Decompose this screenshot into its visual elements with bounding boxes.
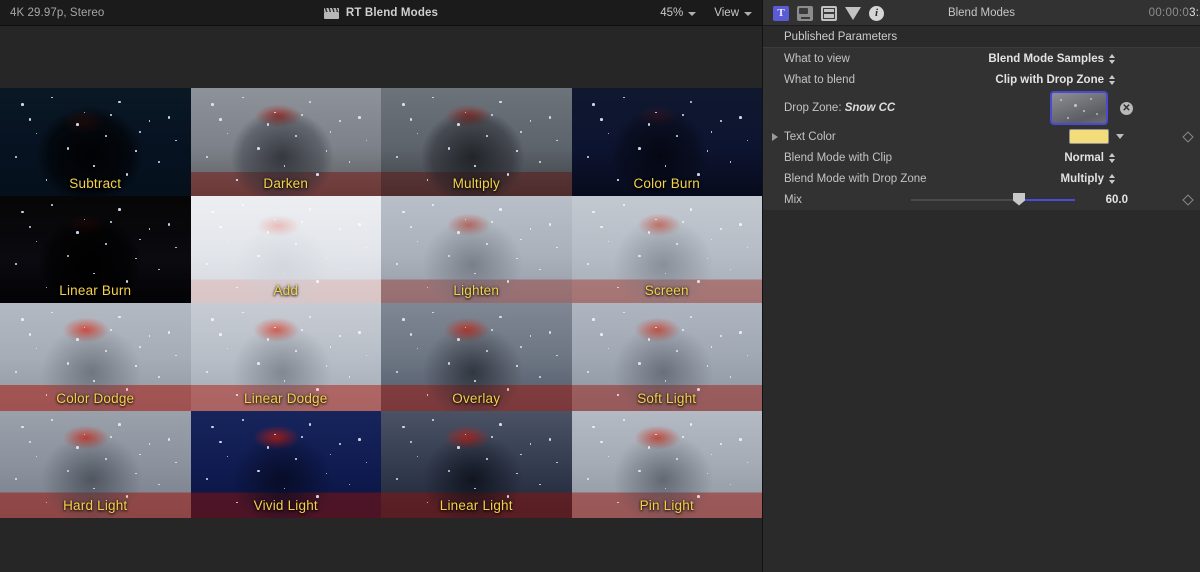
chevron-down-icon [744, 11, 752, 16]
blend-mode-label: Linear Burn [59, 283, 132, 298]
inspector-toolbar: T i Blend Modes 00:00:03:2 [763, 0, 1200, 26]
param-row-what-to-view[interactable]: What to view Blend Mode Samples [763, 48, 1200, 69]
blend-mode-label: Hard Light [63, 498, 128, 513]
blend-mode-with-drop-zone-popup[interactable]: Multiply [1061, 168, 1116, 189]
param-label: Blend Mode with Clip [784, 151, 893, 164]
blend-sample-cell: Subtract [0, 88, 191, 196]
blend-mode-label: Add [273, 283, 299, 298]
stepper-icon [1109, 152, 1116, 164]
blend-sample-cell: Hard Light [0, 410, 191, 518]
blend-mode-label: Vivid Light [253, 498, 318, 513]
zoom-level-menu[interactable]: 45% [660, 7, 697, 19]
published-parameters-header: Published Parameters [763, 26, 1200, 47]
param-value: Clip with Drop Zone [995, 73, 1104, 86]
param-label: Blend Mode with Drop Zone [784, 172, 927, 185]
blend-sample-cell: Overlay [381, 303, 572, 411]
param-value: Blend Mode Samples [988, 52, 1104, 65]
blend-sample-cell: Color Burn [571, 88, 762, 196]
keyframe-button[interactable] [1182, 130, 1194, 143]
blend-sample-cell: Multiply [381, 88, 572, 196]
blend-mode-sample-grid: Subtract Darken Multiply Color Burn Linear B… [0, 88, 762, 518]
what-to-blend-popup[interactable]: Clip with Drop Zone [995, 69, 1116, 90]
color-swatch[interactable] [1069, 128, 1109, 144]
blend-sample-cell: Pin Light [571, 410, 762, 518]
blend-sample-cell: Darken [190, 88, 381, 196]
format-info: 4K 29.97p, Stereo [10, 7, 105, 19]
blend-mode-label: Pin Light [639, 498, 694, 513]
chevron-down-icon[interactable] [1116, 133, 1124, 139]
mix-slider[interactable] [911, 192, 1075, 206]
blend-sample-cell: Linear Dodge [190, 303, 381, 411]
param-label: Drop Zone: Snow CC [784, 102, 895, 114]
blend-sample-cell: Soft Light [571, 303, 762, 411]
viewer-toolbar: 4K 29.97p, Stereo RT Blend Modes 45% Vie… [0, 0, 762, 26]
blend-sample-cell: Lighten [381, 195, 572, 303]
param-value: Multiply [1060, 172, 1104, 185]
blend-mode-label: Screen [644, 283, 689, 298]
project-title: RT Blend Modes [345, 7, 439, 19]
stepper-icon [1109, 74, 1116, 86]
stepper-icon [1109, 53, 1116, 65]
blend-mode-label: Linear Dodge [244, 390, 328, 406]
blend-mode-label: Lighten [453, 283, 500, 298]
param-label: What to view [784, 52, 850, 65]
param-row-text-color[interactable]: Text Color [763, 126, 1200, 147]
blend-mode-with-clip-popup[interactable]: Normal [1064, 147, 1116, 168]
parameter-list: What to view Blend Mode Samples What to … [763, 47, 1200, 210]
chevron-down-icon [688, 11, 697, 16]
viewer-stage: Subtract Darken Multiply Color Burn Linear B… [0, 26, 762, 572]
what-to-view-popup[interactable]: Blend Mode Samples [988, 48, 1116, 69]
view-menu[interactable]: View [714, 7, 752, 19]
param-label: Mix [784, 193, 802, 206]
remove-drop-zone-button[interactable]: ✕ [1120, 102, 1133, 115]
mix-slider-fill [1019, 198, 1075, 201]
blend-mode-label: Overlay [452, 390, 501, 406]
drop-zone-clip-name: Snow CC [844, 102, 896, 114]
view-menu-label: View [714, 7, 739, 19]
blend-mode-label: Linear Light [439, 498, 513, 513]
inspector-title: Blend Modes [947, 7, 1016, 19]
blend-mode-label: Color Burn [633, 175, 701, 191]
blend-sample-cell: Color Dodge [0, 303, 191, 411]
clapper-board-icon [323, 7, 339, 19]
blend-mode-label: Darken [263, 175, 309, 191]
timecode-prefix: 00:00:0 [1148, 7, 1190, 19]
param-row-blend-mode-with-clip[interactable]: Blend Mode with Clip Normal [763, 147, 1200, 168]
stepper-icon [1109, 173, 1116, 185]
param-row-drop-zone[interactable]: Drop Zone: Snow CC ✕ [763, 90, 1200, 126]
param-row-what-to-blend[interactable]: What to blend Clip with Drop Zone [763, 69, 1200, 90]
timecode-display: 00:00:03:2 [1149, 0, 1200, 26]
keyframe-button[interactable] [1182, 193, 1194, 206]
blend-sample-cell: Screen [571, 195, 762, 303]
viewer-pane: 4K 29.97p, Stereo RT Blend Modes 45% Vie… [0, 0, 762, 572]
blend-mode-label: Subtract [69, 175, 122, 191]
mix-slider-handle[interactable] [1013, 192, 1025, 206]
blend-mode-label: Color Dodge [56, 390, 135, 406]
disclosure-triangle-icon[interactable] [772, 132, 778, 141]
text-color-control[interactable] [1069, 128, 1124, 144]
inspector-panel: T i Blend Modes 00:00:03:2 Published Par… [762, 0, 1200, 572]
blend-sample-cell: Linear Burn [0, 195, 191, 303]
zoom-level-value: 45% [660, 7, 684, 19]
blend-sample-cell: Linear Light [381, 410, 572, 518]
final-cut-pro-window: 4K 29.97p, Stereo RT Blend Modes 45% Vie… [0, 0, 1200, 572]
mix-value[interactable]: 60.0 [1106, 189, 1128, 210]
blend-sample-cell: Vivid Light [190, 410, 381, 518]
param-label: What to blend [784, 73, 855, 86]
param-value: Normal [1064, 151, 1104, 164]
param-row-blend-mode-with-drop-zone[interactable]: Blend Mode with Drop Zone Multiply [763, 168, 1200, 189]
param-row-mix[interactable]: Mix 60.0 [763, 189, 1200, 210]
blend-mode-label: Soft Light [637, 390, 697, 406]
drop-zone-thumbnail[interactable] [1050, 91, 1108, 125]
timecode-frames: 3:2 [1189, 7, 1200, 19]
param-label: Text Color [784, 130, 836, 143]
drop-zone-label: Drop Zone: [784, 102, 842, 114]
blend-mode-label: Multiply [452, 175, 500, 191]
blend-sample-cell: Add [190, 195, 381, 303]
